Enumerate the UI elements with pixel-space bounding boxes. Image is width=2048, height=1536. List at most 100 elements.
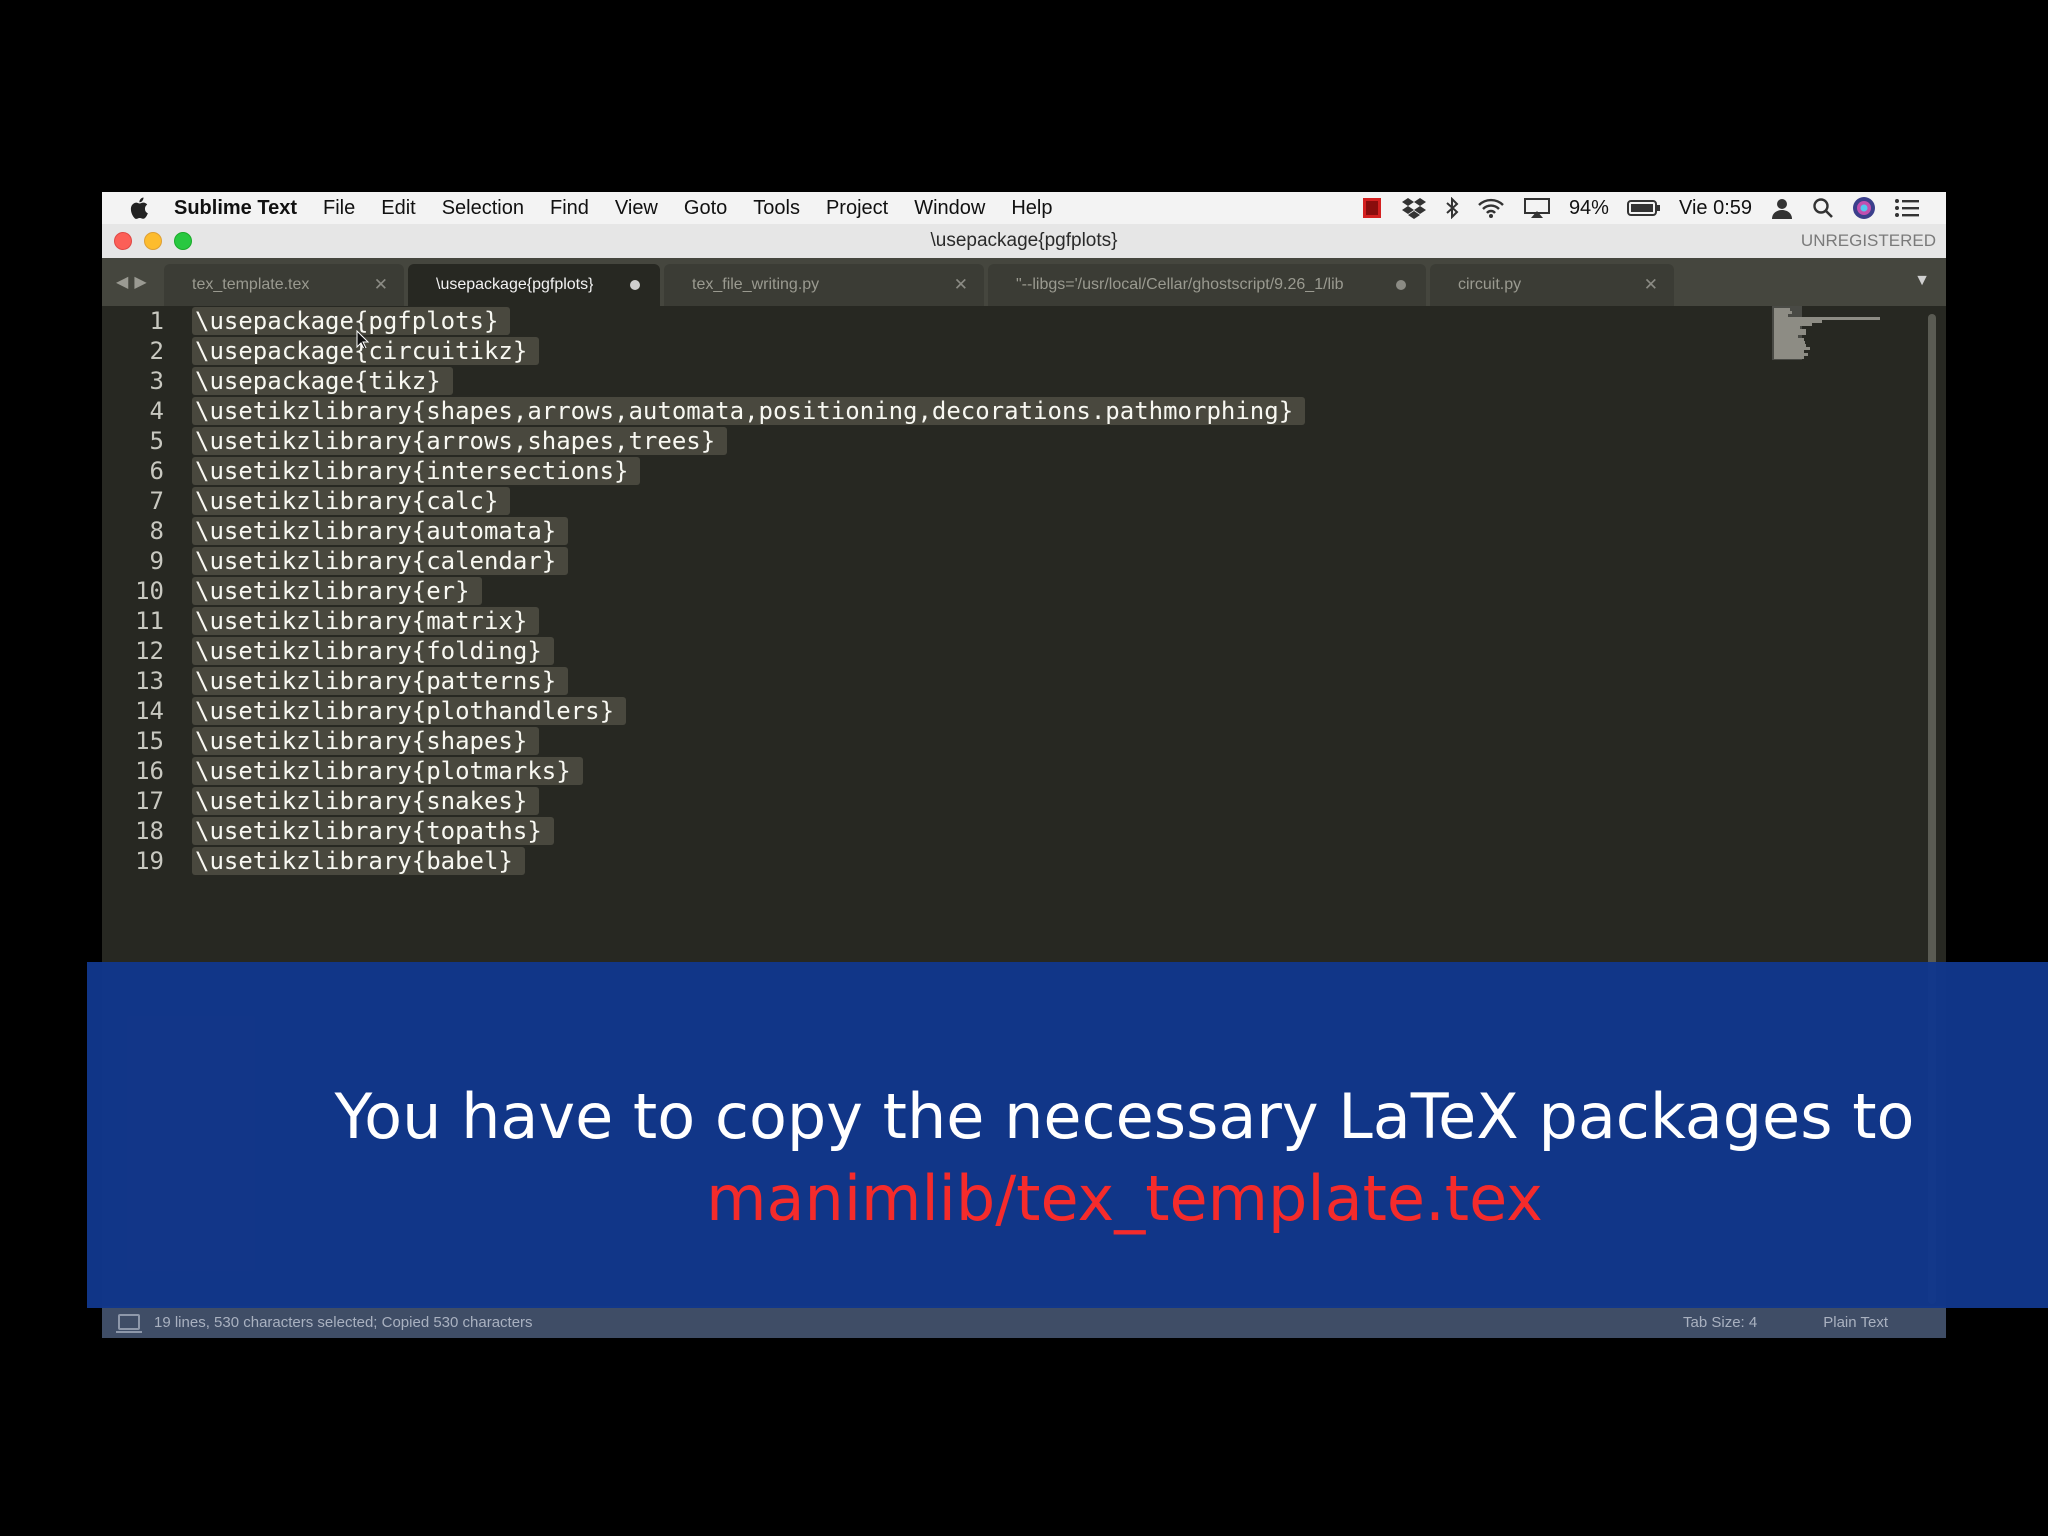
code-line[interactable]: \usepackage{tikz} — [192, 366, 453, 396]
tab-label: circuit.py — [1458, 276, 1522, 293]
code-line[interactable]: \usetikzlibrary{intersections} — [192, 456, 641, 486]
caption-highlight-path: manimlib/tex_template.tex — [706, 1162, 1543, 1235]
panel-toggle-icon[interactable] — [116, 1314, 142, 1333]
macos-menubar: Sublime Text File Edit Selection Find Vi… — [102, 192, 1946, 224]
menu-goto[interactable]: Goto — [684, 197, 727, 220]
recording-icon[interactable] — [1361, 196, 1383, 220]
code-line[interactable]: \usetikzlibrary{babel} — [192, 846, 525, 876]
menu-find[interactable]: Find — [550, 197, 589, 220]
siri-icon[interactable] — [1852, 196, 1876, 220]
line-number: 9 — [149, 547, 164, 575]
previous-tab-icon[interactable]: ◀ — [116, 272, 128, 292]
selected-code-text: \usetikzlibrary{calendar} — [192, 547, 569, 575]
line-number: 6 — [149, 457, 164, 485]
selected-code-text: \usetikzlibrary{intersections} — [192, 457, 641, 485]
tab-label: \usepackage{pgfplots} — [436, 276, 594, 293]
tab-tex-template[interactable]: tex_template.tex ✕ — [164, 264, 404, 306]
line-number: 17 — [135, 787, 164, 815]
line-number: 5 — [149, 427, 164, 455]
menu-edit[interactable]: Edit — [381, 197, 415, 220]
code-line[interactable]: \usetikzlibrary{automata} — [192, 516, 569, 546]
code-line[interactable]: \usetikzlibrary{matrix} — [192, 606, 540, 636]
menu-selection[interactable]: Selection — [442, 197, 524, 220]
line-number: 12 — [135, 637, 164, 665]
line-number: 8 — [149, 517, 164, 545]
line-number: 2 — [149, 337, 164, 365]
apple-icon[interactable] — [130, 196, 152, 220]
selected-code-text: \usepackage{pgfplots} — [192, 307, 511, 335]
tab-tex-file-writing[interactable]: tex_file_writing.py ✕ — [664, 264, 984, 306]
selected-code-text: \usetikzlibrary{er} — [192, 577, 482, 605]
caption-banner: You have to copy the necessary LaTeX pac… — [87, 962, 2048, 1308]
selected-code-text: \usetikzlibrary{arrows,shapes,trees} — [192, 427, 728, 455]
code-line[interactable]: \usepackage{pgfplots} — [192, 306, 511, 336]
selected-code-text: \usepackage{tikz} — [192, 367, 453, 395]
code-line[interactable]: \usetikzlibrary{snakes} — [192, 786, 540, 816]
code-line[interactable]: \usetikzlibrary{er} — [192, 576, 482, 606]
selected-code-text: \usetikzlibrary{shapes,arrows,automata,p… — [192, 397, 1306, 425]
unsaved-dot-icon[interactable] — [1396, 280, 1406, 290]
selected-code-text: \usetikzlibrary{babel} — [192, 847, 525, 875]
code-line[interactable]: \usetikzlibrary{patterns} — [192, 666, 569, 696]
menu-window[interactable]: Window — [914, 197, 985, 220]
code-line[interactable]: \usetikzlibrary{topaths} — [192, 816, 554, 846]
menu-help[interactable]: Help — [1011, 197, 1052, 220]
selected-code-text: \usetikzlibrary{snakes} — [192, 787, 540, 815]
wifi-icon[interactable] — [1477, 197, 1505, 219]
notification-center-icon[interactable] — [1894, 198, 1920, 218]
menu-view[interactable]: View — [615, 197, 658, 220]
battery-percent: 94% — [1568, 196, 1609, 219]
menubar-clock[interactable]: Vie 0:59 — [1679, 197, 1752, 220]
user-icon[interactable] — [1770, 197, 1794, 219]
selected-code-text: \usetikzlibrary{topaths} — [192, 817, 554, 845]
selected-code-text: \usetikzlibrary{calc} — [192, 487, 511, 515]
tab-libgs-path[interactable]: "--libgs='/usr/local/Cellar/ghostscript/… — [988, 264, 1426, 306]
line-number: 15 — [135, 727, 164, 755]
spotlight-search-icon[interactable] — [1812, 197, 1834, 219]
code-line[interactable]: \usetikzlibrary{calendar} — [192, 546, 569, 576]
code-line[interactable]: \usetikzlibrary{arrows,shapes,trees} — [192, 426, 728, 456]
tab-close-icon[interactable]: ✕ — [954, 275, 968, 295]
syntax-selector[interactable]: Plain Text — [1823, 1314, 1888, 1331]
line-number: 1 — [149, 307, 164, 335]
minimap[interactable] — [1772, 306, 1882, 366]
tab-list-dropdown-icon[interactable]: ▼ — [1914, 272, 1930, 290]
line-number: 14 — [135, 697, 164, 725]
tab-usepackage-pgfplots[interactable]: \usepackage{pgfplots} — [408, 264, 660, 306]
line-number: 4 — [149, 397, 164, 425]
caption-text: You have to copy the necessary LaTeX pac… — [334, 1080, 1915, 1153]
selected-code-text: \usetikzlibrary{plothandlers} — [192, 697, 627, 725]
selected-code-text: \usetikzlibrary{folding} — [192, 637, 554, 665]
bluetooth-icon[interactable] — [1445, 197, 1459, 219]
tab-circuit-py[interactable]: circuit.py ✕ — [1430, 264, 1674, 306]
window-title: \usepackage{pgfplots} — [930, 230, 1118, 251]
tab-size-selector[interactable]: Tab Size: 4 — [1683, 1314, 1757, 1331]
status-bar: 19 lines, 530 characters selected; Copie… — [102, 1306, 1946, 1338]
selected-code-text: \usetikzlibrary{patterns} — [192, 667, 569, 695]
code-line[interactable]: \usetikzlibrary{calc} — [192, 486, 511, 516]
line-number: 16 — [135, 757, 164, 785]
window-titlebar[interactable]: \usepackage{pgfplots} UNREGISTERED — [102, 224, 1946, 259]
menu-project[interactable]: Project — [826, 197, 888, 220]
code-line[interactable]: \usetikzlibrary{plotmarks} — [192, 756, 583, 786]
menu-tools[interactable]: Tools — [753, 197, 800, 220]
unregistered-label: UNREGISTERED — [1800, 231, 1936, 250]
next-tab-icon[interactable]: ▶ — [134, 272, 146, 292]
line-number: 18 — [135, 817, 164, 845]
tab-label: tex_file_writing.py — [692, 276, 820, 293]
tab-label: tex_template.tex — [192, 276, 310, 293]
menu-file[interactable]: File — [323, 197, 355, 220]
code-line[interactable]: \usetikzlibrary{shapes,arrows,automata,p… — [192, 396, 1306, 426]
code-line[interactable]: \usetikzlibrary{folding} — [192, 636, 554, 666]
tab-label: "--libgs='/usr/local/Cellar/ghostscript/… — [1016, 276, 1344, 293]
code-line[interactable]: \usetikzlibrary{plothandlers} — [192, 696, 627, 726]
line-number: 19 — [135, 847, 164, 875]
battery-icon[interactable] — [1626, 199, 1661, 217]
tab-close-icon[interactable]: ✕ — [374, 275, 388, 295]
menu-app-name[interactable]: Sublime Text — [174, 197, 297, 220]
tab-close-icon[interactable]: ✕ — [1644, 275, 1658, 295]
code-line[interactable]: \usetikzlibrary{shapes} — [192, 726, 540, 756]
dropbox-icon[interactable] — [1401, 197, 1427, 219]
unsaved-dot-icon[interactable] — [630, 280, 640, 290]
airplay-icon[interactable] — [1523, 197, 1551, 219]
